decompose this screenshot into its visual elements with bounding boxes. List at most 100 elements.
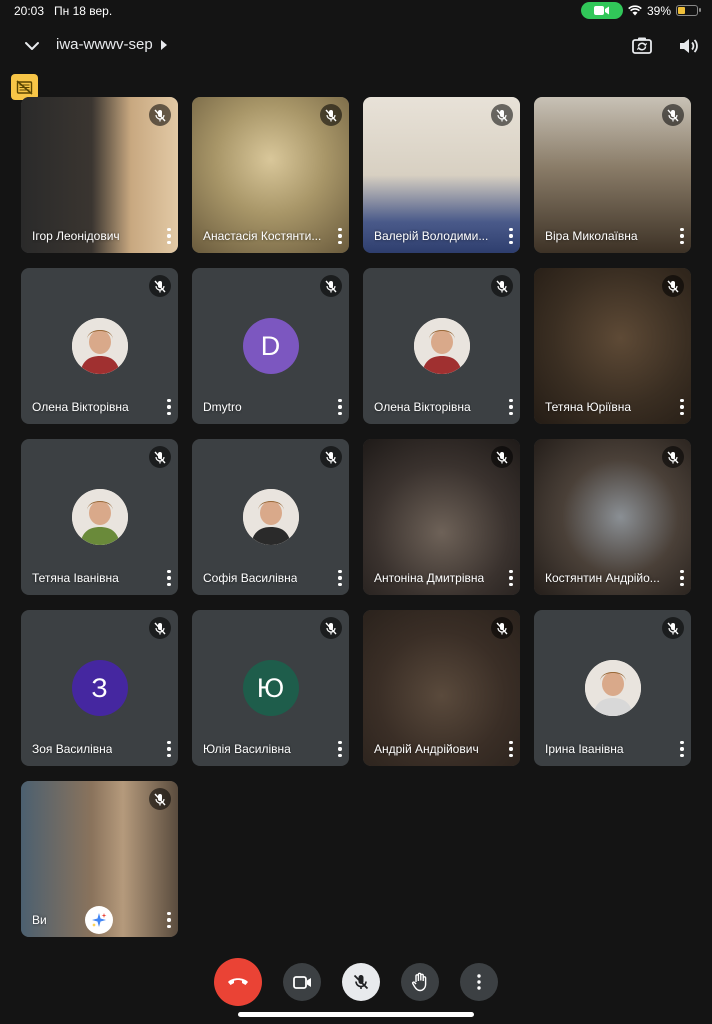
- tile-more-options-icon[interactable]: [337, 741, 343, 757]
- meeting-code: iwa-wwwv-sep: [56, 36, 153, 53]
- participant-name: Ірина Іванівна: [545, 742, 624, 756]
- video-camera-icon: [292, 975, 311, 989]
- tile-more-options-icon[interactable]: [166, 228, 172, 244]
- mic-off-icon: [491, 275, 513, 297]
- mic-off-icon: [320, 617, 342, 639]
- participant-tile[interactable]: Тетяна Юріївна: [534, 268, 691, 424]
- participant-tile[interactable]: D Dmytro: [192, 268, 349, 424]
- participant-name: Dmytro: [203, 400, 242, 414]
- participant-tile[interactable]: Тетяна Іванівна: [21, 439, 178, 595]
- participant-name: Тетяна Іванівна: [32, 571, 119, 585]
- participant-name: Олена Вікторівна: [32, 400, 129, 414]
- participant-name: Тетяна Юріївна: [545, 400, 632, 414]
- participant-name: Юлія Василівна: [203, 742, 291, 756]
- participant-name: Віра Миколаївна: [545, 229, 638, 243]
- raise-hand-button[interactable]: [401, 963, 439, 1001]
- tile-more-options-icon[interactable]: [166, 570, 172, 586]
- more-options-button[interactable]: [460, 963, 498, 1001]
- status-date: Пн 18 вер.: [54, 4, 113, 18]
- participant-tile[interactable]: Анастасія Костянти...: [192, 97, 349, 253]
- mic-off-icon: [353, 974, 369, 990]
- hang-up-icon: [228, 978, 248, 985]
- participant-name: Олена Вікторівна: [374, 400, 471, 414]
- mic-off-icon: [662, 446, 684, 468]
- avatar-photo: [71, 489, 128, 545]
- sparkle-icon: [92, 913, 107, 927]
- mic-off-icon: [491, 617, 513, 639]
- tile-more-options-icon[interactable]: [166, 912, 172, 928]
- avatar-letter: З: [71, 660, 128, 716]
- mic-off-icon: [320, 104, 342, 126]
- tile-more-options-icon[interactable]: [337, 228, 343, 244]
- participant-tile[interactable]: Олена Вікторівна: [363, 268, 520, 424]
- tile-more-options-icon[interactable]: [679, 741, 685, 757]
- participant-tile[interactable]: Олена Вікторівна: [21, 268, 178, 424]
- tile-more-options-icon[interactable]: [508, 570, 514, 586]
- avatar-photo: [242, 489, 299, 545]
- participant-name: Валерій Володими...: [374, 229, 489, 243]
- mic-off-icon: [662, 104, 684, 126]
- battery-percent: 39%: [646, 3, 671, 18]
- participant-tile[interactable]: Антоніна Дмитрівна: [363, 439, 520, 595]
- participant-name: Ви: [32, 913, 47, 927]
- participant-tile[interactable]: Ігор Леонідович: [21, 97, 178, 253]
- tile-more-options-icon[interactable]: [166, 399, 172, 415]
- tile-more-options-icon[interactable]: [679, 570, 685, 586]
- tile-more-options-icon[interactable]: [679, 399, 685, 415]
- tile-more-options-icon[interactable]: [679, 228, 685, 244]
- participant-tile[interactable]: Андрій Андрійович: [363, 610, 520, 766]
- participant-tile[interactable]: Ірина Іванівна: [534, 610, 691, 766]
- mic-off-icon: [320, 275, 342, 297]
- participant-name: Зоя Василівна: [32, 742, 113, 756]
- tile-more-options-icon[interactable]: [337, 570, 343, 586]
- caret-right-icon: [160, 39, 167, 50]
- avatar-photo: [584, 660, 641, 716]
- avatar-photo: [71, 318, 128, 374]
- avatar-letter: D: [242, 318, 299, 374]
- participant-name: Анастасія Костянти...: [203, 229, 322, 243]
- participant-tile[interactable]: Віра Миколаївна: [534, 97, 691, 253]
- participant-tile[interactable]: З Зоя Василівна: [21, 610, 178, 766]
- call-header: iwa-wwwv-sep: [0, 28, 712, 64]
- participant-tile[interactable]: Костянтин Андрійо...: [534, 439, 691, 595]
- tile-more-options-icon[interactable]: [166, 741, 172, 757]
- status-bar: 20:03 Пн 18 вер. 39%: [0, 0, 712, 22]
- mic-off-icon: [320, 446, 342, 468]
- tile-more-options-icon[interactable]: [337, 399, 343, 415]
- mic-off-icon: [491, 446, 513, 468]
- effects-sparkle-button[interactable]: [85, 906, 113, 934]
- status-time: 20:03: [14, 4, 45, 18]
- mic-off-icon: [149, 617, 171, 639]
- home-indicator[interactable]: [238, 1012, 474, 1017]
- participant-tile[interactable]: Ю Юлія Василівна: [192, 610, 349, 766]
- chevron-down-icon[interactable]: [22, 36, 42, 56]
- participant-tile[interactable]: Ви: [21, 781, 178, 937]
- switch-camera-icon[interactable]: [630, 34, 654, 58]
- tile-more-options-icon[interactable]: [508, 741, 514, 757]
- tile-more-options-icon[interactable]: [508, 228, 514, 244]
- mic-off-icon: [491, 104, 513, 126]
- participant-name: Ігор Леонідович: [32, 229, 120, 243]
- mic-off-icon: [149, 104, 171, 126]
- participant-name: Антоніна Дмитрівна: [374, 571, 485, 585]
- end-call-button[interactable]: [214, 958, 262, 1006]
- hand-icon: [411, 972, 427, 992]
- mic-off-icon: [662, 617, 684, 639]
- mic-toggle-button[interactable]: [342, 963, 380, 1001]
- wifi-icon: [628, 5, 642, 16]
- camera-toggle-button[interactable]: [283, 963, 321, 1001]
- more-vertical-icon: [477, 974, 481, 990]
- participant-tile[interactable]: Софія Василівна: [192, 439, 349, 595]
- participant-name: Костянтин Андрійо...: [545, 571, 660, 585]
- mic-off-icon: [149, 788, 171, 810]
- participant-tile[interactable]: Валерій Володими...: [363, 97, 520, 253]
- participant-name: Софія Василівна: [203, 571, 298, 585]
- participant-name: Андрій Андрійович: [374, 742, 479, 756]
- mic-off-icon: [149, 446, 171, 468]
- battery-icon: [676, 5, 701, 16]
- camera-in-use-icon: [580, 2, 623, 19]
- meeting-code-button[interactable]: iwa-wwwv-sep: [56, 36, 167, 53]
- speaker-icon[interactable]: [676, 34, 700, 58]
- tile-more-options-icon[interactable]: [508, 399, 514, 415]
- mic-off-icon: [662, 275, 684, 297]
